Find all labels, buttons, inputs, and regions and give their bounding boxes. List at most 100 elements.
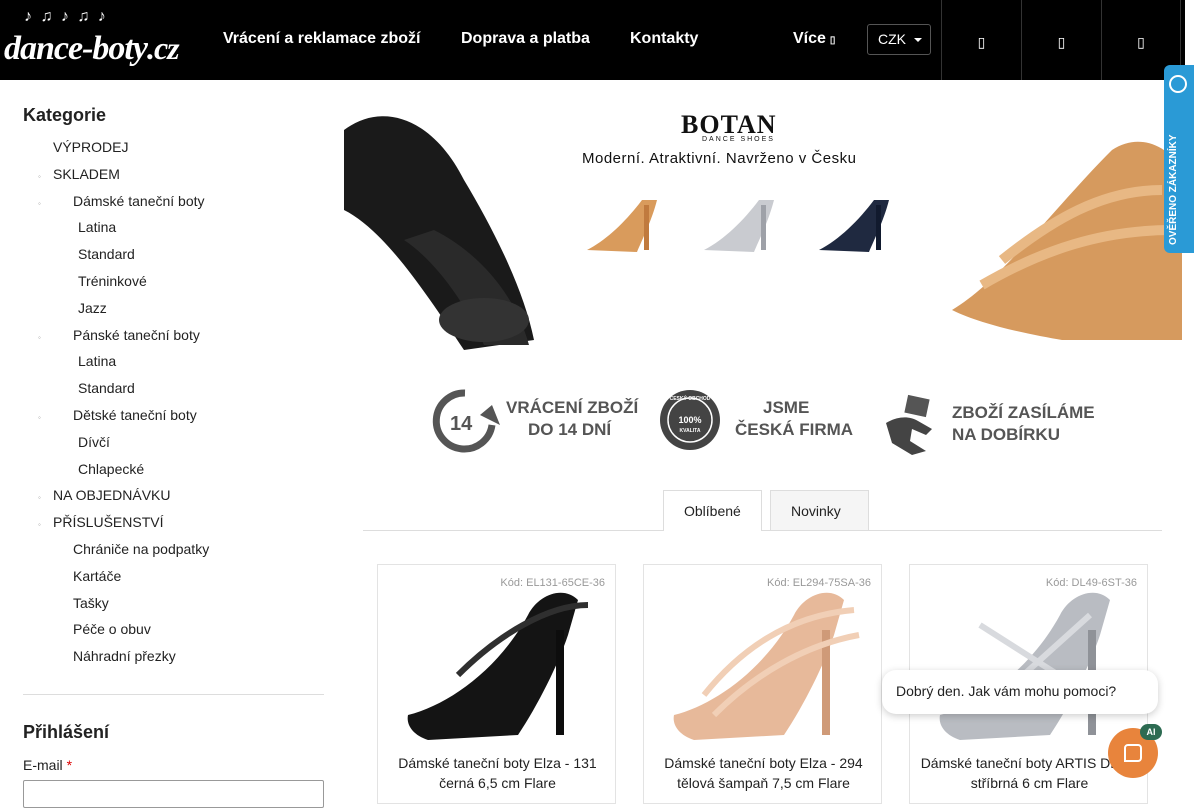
verified-by-customers-tab[interactable]: OVĚŘENO ZÁKAZNÍKY — [1164, 65, 1194, 253]
sidebar-item-label: PŘÍSLUŠENSTVÍ — [53, 514, 164, 531]
sidebar-item-label: Standard — [78, 380, 135, 397]
sidebar-item[interactable]: Latina — [23, 218, 324, 245]
sidebar-item-label: Jazz — [78, 299, 107, 316]
seal-bottom-text: KVALITA — [680, 428, 701, 434]
nav-returns[interactable]: Vrácení a reklamace zboží — [223, 30, 420, 48]
banner-tagline: Moderní. Atraktivní. Navrženo v Česku — [582, 150, 857, 167]
seal-mid-text: 100% — [678, 415, 701, 425]
delivery-hand-icon — [886, 394, 932, 455]
logo-tld: .cz — [146, 30, 180, 66]
heureka-badge-icon — [1169, 75, 1187, 93]
sidebar-item[interactable]: ◦ SKLADEM — [23, 165, 324, 192]
sidebar-item[interactable]: Standard — [23, 379, 324, 406]
nav-shipping-payment[interactable]: Doprava a platba — [461, 30, 590, 48]
sidebar-item[interactable]: ◦ Dětské taneční boty — [23, 406, 324, 433]
product-name[interactable]: Dámské taneční boty ARTIS DL-49 stříbrná… — [920, 753, 1139, 793]
required-mark: * — [66, 757, 73, 773]
sidebar-item-label: Standard — [78, 246, 135, 263]
sidebar-item-label: Pánské taneční boty — [73, 326, 200, 343]
sidebar-item[interactable]: Latina — [23, 352, 324, 379]
return-line-2: DO 14 DNÍ — [528, 420, 612, 439]
sidebar-item[interactable]: VÝPRODEJ — [23, 138, 324, 165]
email-label: E-mail * — [23, 757, 72, 773]
nav-contacts[interactable]: Kontakty — [630, 30, 698, 48]
chevron-down-icon — [914, 38, 922, 42]
user-icon[interactable]: ▯ — [1021, 0, 1101, 80]
czech-firm-badge-text: JSME ČESKÁ FIRMA — [735, 397, 853, 441]
chat-open-button[interactable]: AI — [1108, 724, 1162, 778]
sidebar-item-label: Chlapecké — [78, 460, 145, 477]
verified-label: OVĚŘENO ZÁKAZNÍKY — [1168, 134, 1179, 245]
sidebar-item-label: Chrániče na podpatky — [73, 540, 210, 557]
product-name[interactable]: Dámské taneční boty Elza - 131 černá 6,5… — [388, 753, 607, 793]
login-box: Přihlášení E-mail * — [23, 722, 324, 808]
cod-line-1: ZBOŽÍ ZASÍLÁME — [952, 403, 1095, 422]
sidebar-item-label: VÝPRODEJ — [53, 139, 129, 155]
bullet-icon: ◦ — [38, 520, 41, 530]
search-icon[interactable]: ▯ — [941, 0, 1021, 80]
chat-greeting-bubble[interactable]: Dobrý den. Jak vám mohu pomoci? — [882, 670, 1158, 714]
sidebar-item-label: Latina — [78, 353, 117, 370]
currency-select[interactable]: CZK — [867, 24, 931, 55]
sidebar-item[interactable]: Chlapecké — [23, 460, 324, 487]
silver-shoe-image — [704, 200, 774, 252]
seal-top-text: ČESKÝ OBCHOD — [670, 395, 711, 402]
sidebar-item[interactable]: ◦ NA OBJEDNÁVKU — [23, 486, 324, 513]
sidebar-item-label: Dětské taneční boty — [73, 406, 197, 423]
return-line-1: VRÁCENÍ ZBOŽÍ — [506, 398, 639, 417]
sidebar-item[interactable]: Péče o obuv — [23, 620, 324, 647]
top-navigation-bar: ♪ ♫ ♪ ♫ ♪ dance-boty.cz Vrácení a reklam… — [0, 0, 1185, 80]
sidebar-item[interactable]: ◦ Dámské taneční boty — [23, 192, 324, 219]
return-arrow-icon: 14 — [432, 389, 500, 453]
sidebar-item[interactable]: ◦ Pánské taneční boty — [23, 326, 324, 353]
email-field[interactable] — [23, 780, 324, 808]
product-name[interactable]: Dámské taneční boty Elza - 294 tělová ša… — [654, 753, 873, 793]
czech-shop-seal-icon: ČESKÝ OBCHOD 100% KVALITA — [660, 390, 720, 450]
ai-badge: AI — [1140, 724, 1162, 740]
sidebar-item-label: Latina — [78, 219, 117, 236]
product-image — [673, 592, 860, 740]
more-menu-label: Více — [793, 30, 826, 47]
sidebar-item[interactable]: Tréninkové — [23, 272, 324, 299]
product-code: Kód: DL49-6ST-36 — [1045, 577, 1137, 589]
trust-badges: 14 VRÁCENÍ ZBOŽÍ DO 14 DNÍ ČESKÝ OBCHOD 1… — [430, 385, 1100, 460]
tab-favorites[interactable]: Oblíbené — [663, 490, 762, 531]
sidebar-item[interactable]: Standard — [23, 245, 324, 272]
sidebar-item[interactable]: Jazz — [23, 299, 324, 326]
navy-shoe-image — [819, 200, 889, 252]
bullet-icon: ◦ — [38, 198, 41, 208]
brand-subtitle: DANCE SHOES — [702, 136, 775, 143]
product-tabs: Oblíbené Novinky — [363, 490, 1162, 531]
tab-new[interactable]: Novinky — [770, 490, 869, 531]
email-label-text: E-mail — [23, 757, 63, 773]
gold-shoe-image — [587, 200, 657, 252]
sidebar-item-label: Náhradní přezky — [73, 648, 176, 665]
category-sidebar: Kategorie VÝPRODEJ ◦ SKLADEM ◦ Dámské tanečn… — [23, 105, 324, 674]
bullet-icon: ◦ — [38, 493, 41, 503]
czech-line-2: ČESKÁ FIRMA — [735, 420, 854, 439]
bullet-icon: ◦ — [38, 171, 41, 181]
login-title: Přihlášení — [23, 722, 110, 742]
product-code: Kód: EL294-75SA-36 — [767, 577, 871, 589]
sidebar-item[interactable]: Dívčí — [23, 433, 324, 460]
bullet-icon: ◦ — [38, 412, 41, 422]
sidebar-item-label: Péče o obuv — [73, 621, 151, 638]
more-menu[interactable]: Více ▯ — [793, 30, 835, 48]
tan-shoe-image — [952, 141, 1182, 340]
sidebar-item[interactable]: ◦ PŘÍSLUŠENSTVÍ — [23, 513, 324, 540]
product-card[interactable]: Kód: EL294-75SA-36 Dámské taneční boty E… — [643, 564, 882, 804]
site-logo[interactable]: ♪ ♫ ♪ ♫ ♪ dance-boty.cz — [4, 8, 200, 72]
sidebar-item[interactable]: Tašky — [23, 594, 324, 621]
black-shoe-image — [344, 116, 534, 350]
sidebar-item[interactable]: Chrániče na podpatky — [23, 540, 324, 567]
sidebar-item[interactable]: Náhradní přezky — [23, 647, 324, 674]
sidebar-divider — [23, 694, 324, 695]
category-list: VÝPRODEJ ◦ SKLADEM ◦ Dámské taneční boty Lati… — [23, 138, 324, 674]
product-card[interactable]: Kód: EL131-65CE-36 Dámské taneční boty E… — [377, 564, 616, 804]
sidebar-item-label: Tašky — [73, 594, 109, 611]
promo-banner[interactable]: BOTAN DANCE SHOES Moderní. Atraktivní. N… — [344, 80, 1182, 366]
sidebar-item[interactable]: Kartáče — [23, 567, 324, 594]
sidebar-item-label: Kartáče — [73, 567, 122, 584]
product-image — [939, 592, 1110, 740]
czech-line-1: JSME — [763, 398, 810, 417]
